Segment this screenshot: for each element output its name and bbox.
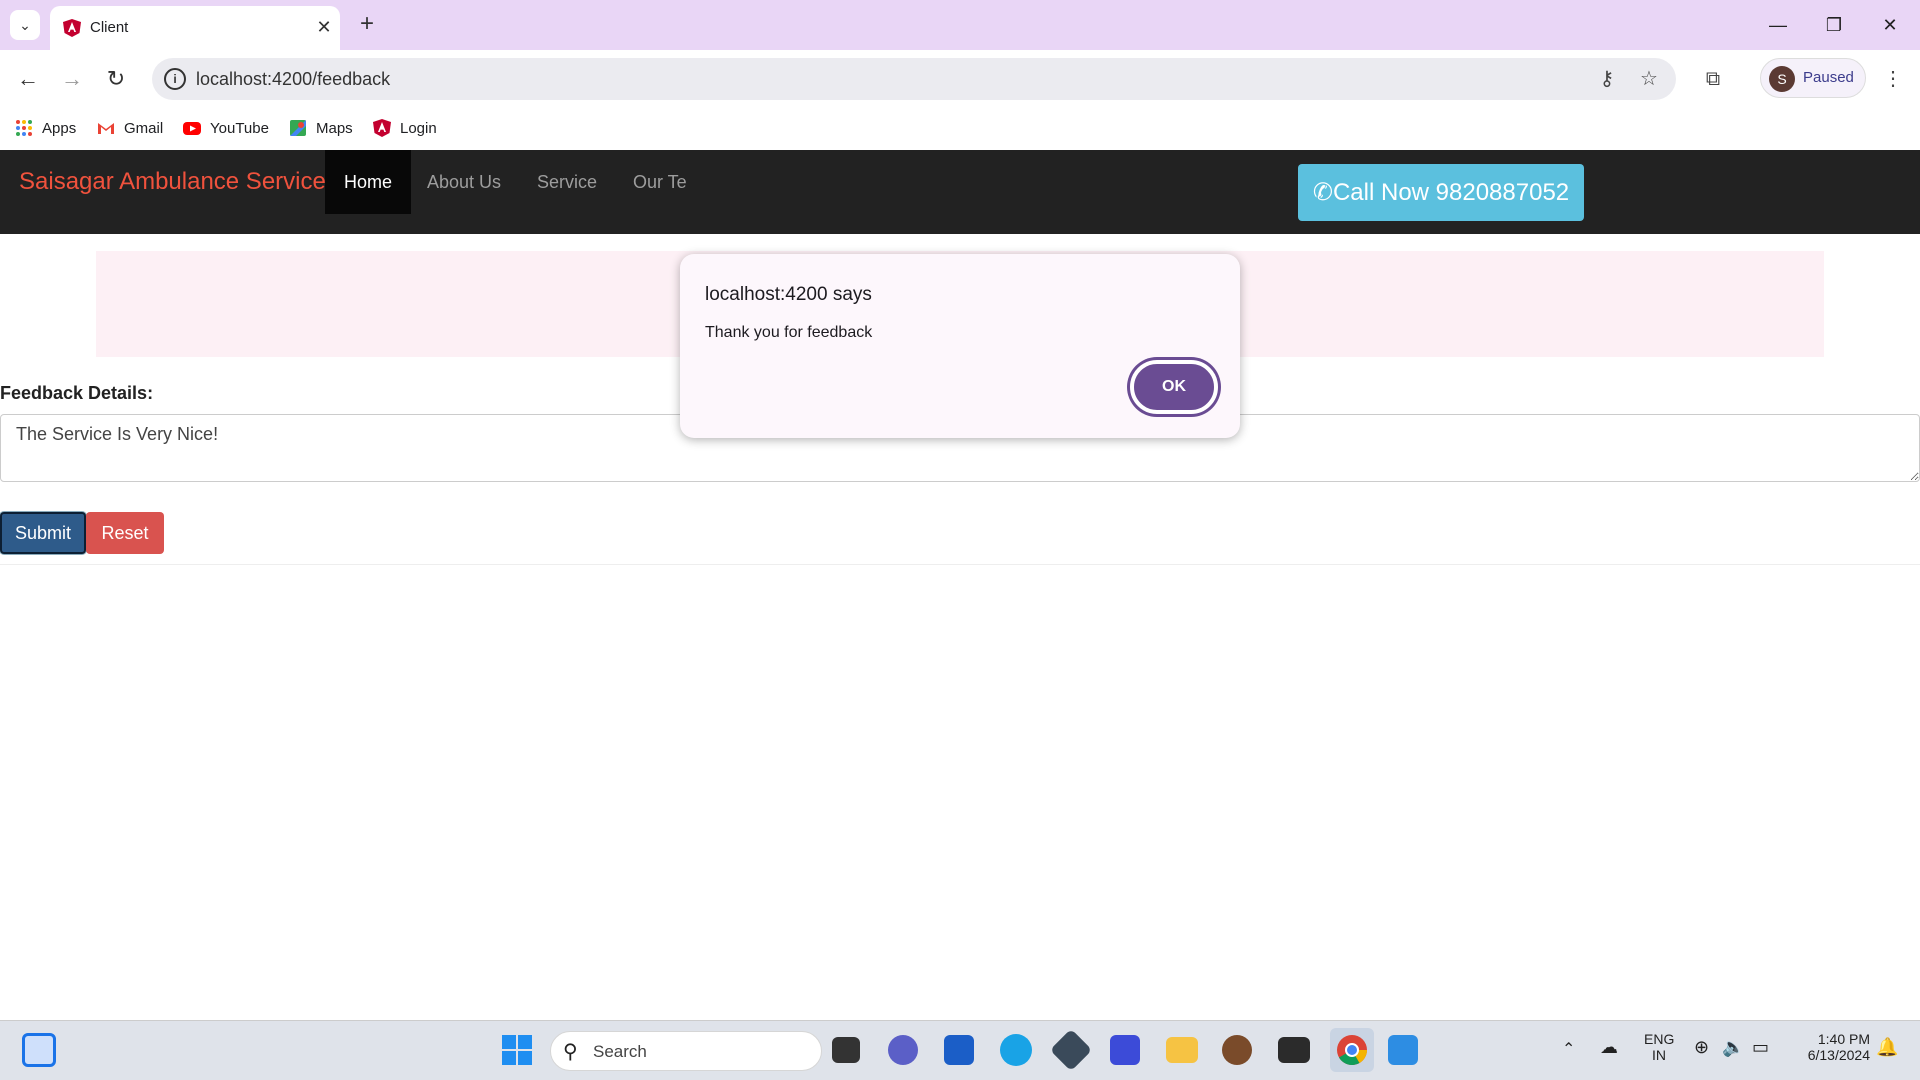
reset-button[interactable]: Reset xyxy=(86,512,164,554)
close-window-button[interactable]: ✕ xyxy=(1862,0,1918,50)
edge-icon[interactable] xyxy=(1000,1034,1032,1066)
nav-about-us[interactable]: About Us xyxy=(408,150,520,214)
network-icon[interactable]: ⊕ xyxy=(1694,1037,1709,1058)
tab-search-button[interactable]: ⌄ xyxy=(10,10,40,40)
site-brand[interactable]: Saisagar Ambulance Service xyxy=(19,168,326,196)
phone-icon: ✆ xyxy=(1312,179,1333,206)
battery-icon[interactable]: ▭ xyxy=(1752,1037,1769,1058)
dialog-title: localhost:4200 says xyxy=(705,284,872,305)
gmail-icon xyxy=(98,123,114,134)
file-explorer-icon[interactable] xyxy=(1166,1037,1198,1063)
key-icon[interactable]: ⚷ xyxy=(1594,66,1620,92)
page-content: Saisagar Ambulance Service Home About Us… xyxy=(0,150,1920,1020)
site-info-icon[interactable]: i xyxy=(164,68,186,90)
taskbar-search[interactable]: ⚲ Search xyxy=(550,1031,822,1071)
chevron-down-icon: ⌄ xyxy=(19,16,31,33)
bookmark-label: Apps xyxy=(42,119,77,137)
submit-button[interactable]: Submit xyxy=(0,512,86,554)
bookmark-apps[interactable]: Apps xyxy=(14,116,76,140)
extensions-icon[interactable]: ⧉ xyxy=(1700,66,1726,92)
volume-icon[interactable]: 🔈 xyxy=(1722,1037,1744,1058)
search-icon: ⚲ xyxy=(563,1041,578,1063)
alert-dialog: localhost:4200 says Thank you for feedba… xyxy=(680,254,1240,438)
back-button[interactable]: ← xyxy=(12,63,44,95)
meet-icon[interactable] xyxy=(888,1035,918,1065)
bookmark-youtube[interactable]: YouTube xyxy=(182,116,269,140)
tab-client[interactable]: Client ✕ xyxy=(50,6,340,50)
close-tab-icon[interactable]: ✕ xyxy=(312,15,336,39)
angular-icon xyxy=(63,19,81,37)
date: 6/13/2024 xyxy=(1807,1047,1870,1063)
task-view-icon[interactable] xyxy=(832,1037,860,1063)
profile-button[interactable]: S Paused xyxy=(1760,58,1866,98)
avatar: S xyxy=(1769,66,1795,92)
dialog-ok-button[interactable]: OK xyxy=(1130,360,1218,414)
clock[interactable]: 1:40 PM 6/13/2024 xyxy=(1790,1031,1870,1063)
taskbar: ⚲ Search ⌃ ☁ ENG IN ⊕ 🔈 ▭ 1:40 PM 6/13/2… xyxy=(0,1020,1920,1080)
taskbar-search-label: Search xyxy=(593,1042,647,1061)
terminal-icon[interactable] xyxy=(1278,1037,1310,1063)
angular-icon xyxy=(373,119,391,137)
app-icon[interactable] xyxy=(1222,1035,1252,1065)
editor-icon[interactable] xyxy=(1110,1035,1140,1065)
tab-title: Client xyxy=(90,19,129,36)
reload-button[interactable]: ↻ xyxy=(100,63,132,95)
bookmark-login[interactable]: Login xyxy=(372,116,437,140)
nav-home[interactable]: Home xyxy=(325,150,412,214)
nav-service[interactable]: Service xyxy=(518,150,616,214)
nav-our-team[interactable]: Our Te xyxy=(614,150,706,214)
tab-strip: ⌄ Client ✕ + — ❐ ✕ xyxy=(0,0,1920,50)
bookmark-label: Maps xyxy=(316,119,353,137)
store-icon[interactable] xyxy=(944,1035,974,1065)
call-now-button[interactable]: ✆Call Now 9820887052 xyxy=(1298,164,1584,221)
bookmarks-bar: Apps Gmail YouTube Maps Login xyxy=(0,108,1920,148)
bookmark-maps[interactable]: Maps xyxy=(288,116,353,140)
cloud-icon[interactable]: ☁ xyxy=(1600,1037,1618,1058)
bookmark-star-icon[interactable]: ☆ xyxy=(1636,66,1662,92)
divider xyxy=(0,564,1920,565)
minimize-button[interactable]: — xyxy=(1750,0,1806,50)
lang-line2: IN xyxy=(1652,1047,1666,1063)
feedback-label: Feedback Details: xyxy=(0,383,154,403)
new-tab-button[interactable]: + xyxy=(352,10,382,40)
bookmark-gmail[interactable]: Gmail xyxy=(96,116,163,140)
bookmark-label: Login xyxy=(400,119,437,137)
browser-toolbar: ← → ↻ i localhost:4200/feedback ⚷ ☆ ⧉ S … xyxy=(0,50,1920,108)
bookmark-label: YouTube xyxy=(210,119,269,137)
menu-icon[interactable]: ⋮ xyxy=(1880,66,1906,92)
maps-icon xyxy=(290,120,306,136)
site-navbar: Saisagar Ambulance Service Home About Us… xyxy=(0,150,1920,234)
youtube-icon xyxy=(183,122,201,135)
address-bar[interactable]: i localhost:4200/feedback ⚷ ☆ xyxy=(152,58,1676,100)
bookmark-label: Gmail xyxy=(124,119,164,137)
lang-line1: ENG xyxy=(1644,1031,1675,1047)
profile-status: Paused xyxy=(1803,69,1854,86)
dialog-message: Thank you for feedback xyxy=(705,324,873,341)
chrome-icon[interactable] xyxy=(1330,1028,1374,1072)
widgets-icon[interactable] xyxy=(22,1033,56,1067)
apps-grid-icon xyxy=(16,120,32,136)
forward-button[interactable]: → xyxy=(56,63,88,95)
language-indicator[interactable]: ENG IN xyxy=(1644,1031,1674,1063)
restore-button[interactable]: ❐ xyxy=(1806,0,1862,50)
windows-start-icon[interactable] xyxy=(498,1031,536,1069)
time: 1:40 PM xyxy=(1817,1031,1870,1047)
url-text[interactable]: localhost:4200/feedback xyxy=(196,69,390,90)
photos-icon[interactable] xyxy=(1388,1035,1418,1065)
notification-bell-icon[interactable]: 🔔 xyxy=(1876,1037,1898,1058)
call-now-label: Call Now 9820887052 xyxy=(1332,179,1570,206)
dev-tool-icon[interactable] xyxy=(1049,1028,1093,1072)
chevron-up-icon[interactable]: ⌃ xyxy=(1562,1039,1575,1059)
